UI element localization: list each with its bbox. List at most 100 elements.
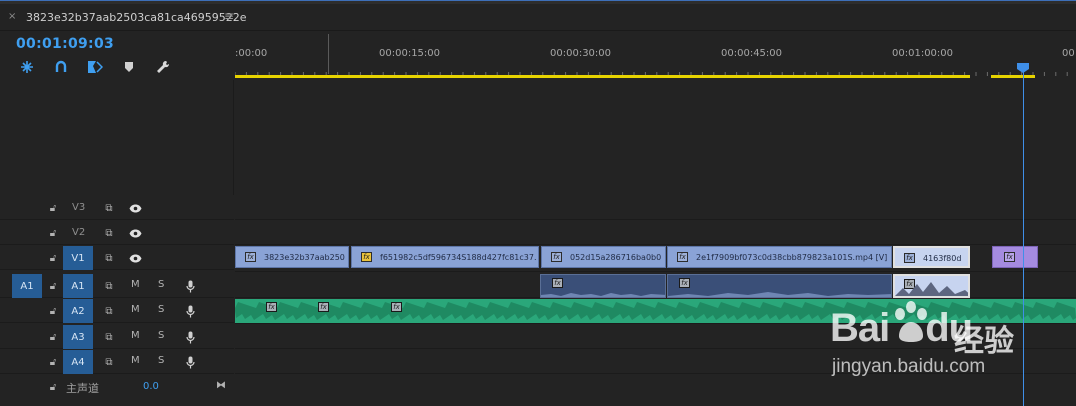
go-to-in-out-icon[interactable]: ⧓: [214, 378, 228, 392]
track-target-a4[interactable]: A4: [63, 350, 93, 374]
ruler-label: 00:00:45:00: [721, 48, 783, 59]
audio-clip-music[interactable]: fx fx fx: [235, 299, 1076, 323]
lock-icon[interactable]: 🔓︎: [46, 380, 60, 394]
mute-button[interactable]: M: [131, 279, 140, 290]
audio-clip[interactable]: fx: [667, 274, 892, 298]
clip-name: 3823e32b37aab250: [264, 253, 345, 262]
clip-name: 2e1f7909bf073c0d38cbb879823a101S.mp4 [V]: [696, 253, 888, 262]
lock-icon[interactable]: 🔓︎: [46, 355, 60, 369]
timeline-toolbar: [16, 58, 216, 78]
add-marker-icon[interactable]: [86, 58, 104, 76]
fx-badge[interactable]: fx: [391, 302, 402, 312]
audio-clip-selected[interactable]: fx: [893, 274, 970, 298]
fx-badge[interactable]: fx: [1004, 252, 1015, 262]
solo-button[interactable]: S: [158, 279, 164, 290]
sync-lock-icon[interactable]: ⧉: [102, 279, 116, 293]
fx-badge[interactable]: fx: [361, 252, 372, 262]
eye-icon[interactable]: [128, 201, 142, 215]
fx-badge[interactable]: fx: [318, 302, 329, 312]
video-clip[interactable]: fx 2e1f7909bf073c0d38cbb879823a101S.mp4 …: [667, 246, 892, 268]
sequence-tab-title[interactable]: 3823e32b37aab2503ca81ca46959522e: [26, 11, 247, 24]
microphone-icon[interactable]: [183, 330, 197, 344]
lock-icon[interactable]: 🔓︎: [46, 251, 60, 265]
track-lane-a4[interactable]: [235, 350, 1076, 374]
sequence-tab-bar: × 3823e32b37aab2503ca81ca46959522e ≡: [0, 5, 1076, 31]
fx-badge[interactable]: fx: [245, 252, 256, 262]
playhead-line[interactable]: [1023, 66, 1024, 406]
mute-button[interactable]: M: [131, 330, 140, 341]
video-clip[interactable]: fx f651982c5df596734S188d427fc81c37.: [351, 246, 539, 268]
sync-lock-icon[interactable]: ⧉: [102, 226, 116, 240]
master-track-label: 主声道: [66, 382, 99, 395]
track-header-empty: [0, 80, 234, 195]
video-clip[interactable]: fx 3823e32b37aab250: [235, 246, 349, 268]
mute-button[interactable]: M: [131, 304, 140, 315]
tab-close-icon[interactable]: ×: [8, 11, 16, 22]
track-label[interactable]: V3: [72, 202, 85, 213]
ruler-label: :00:00: [235, 48, 268, 59]
audio-waveform: [541, 293, 665, 297]
work-area-bar[interactable]: [235, 75, 970, 78]
clip-name: 052d15a286716ba0b0: [570, 253, 662, 262]
lock-icon[interactable]: 🔓︎: [46, 201, 60, 215]
track-header-a3: 🔓︎ A3 ⧉ M S: [0, 325, 234, 349]
sync-lock-icon[interactable]: ⧉: [102, 304, 116, 318]
video-clip-selected[interactable]: fx 4163f80d: [893, 246, 970, 268]
track-target-a2[interactable]: A2: [63, 299, 93, 323]
fx-badge[interactable]: fx: [266, 302, 277, 312]
track-header-a2: 🔓︎ A2 ⧉ M S: [0, 299, 234, 323]
clip-name: 4163f80d: [923, 254, 962, 263]
track-lane-v1[interactable]: fx 3823e32b37aab250 fx f651982c5df596734…: [235, 246, 1076, 272]
eye-icon[interactable]: [128, 251, 142, 265]
panel-menu-icon[interactable]: ≡: [224, 9, 234, 23]
sync-lock-icon[interactable]: ⧉: [102, 201, 116, 215]
ruler-label: 00:01:00:00: [892, 48, 954, 59]
video-clip[interactable]: fx: [992, 246, 1038, 268]
mute-button[interactable]: M: [131, 355, 140, 366]
snap-icon[interactable]: [18, 58, 36, 76]
ruler-guide-line: [328, 34, 329, 74]
playhead-timecode[interactable]: 00:01:09:03: [16, 36, 114, 52]
track-header-a4: 🔓︎ A4 ⧉ M S: [0, 350, 234, 374]
track-lane-a2[interactable]: fx fx fx: [235, 299, 1076, 324]
linked-selection-icon[interactable]: [52, 58, 70, 76]
source-patch-a1[interactable]: A1: [12, 274, 42, 298]
fx-badge[interactable]: fx: [677, 252, 688, 262]
fx-badge[interactable]: fx: [551, 252, 562, 262]
sync-lock-icon[interactable]: ⧉: [102, 330, 116, 344]
microphone-icon[interactable]: [183, 355, 197, 369]
lock-icon[interactable]: 🔓︎: [46, 330, 60, 344]
time-ruler[interactable]: :00:00 00:00:15:00 00:00:30:00 00:00:45:…: [235, 32, 1076, 80]
track-label[interactable]: V2: [72, 227, 85, 238]
track-target-v1[interactable]: V1: [63, 246, 93, 270]
fx-badge[interactable]: fx: [904, 253, 915, 263]
track-header-v2: 🔓︎ V2 ⧉: [0, 221, 234, 245]
microphone-icon[interactable]: [183, 279, 197, 293]
solo-button[interactable]: S: [158, 355, 164, 366]
top-accent-line: [0, 0, 1076, 4]
track-target-a3[interactable]: A3: [63, 325, 93, 349]
track-lane-a3[interactable]: [235, 325, 1076, 349]
master-volume-value[interactable]: 0.0: [143, 381, 159, 392]
solo-button[interactable]: S: [158, 304, 164, 315]
video-clip[interactable]: fx 052d15a286716ba0b0: [541, 246, 666, 268]
wrench-icon[interactable]: [154, 58, 172, 76]
eye-icon[interactable]: [128, 226, 142, 240]
sync-lock-icon[interactable]: ⧉: [102, 355, 116, 369]
audio-clip[interactable]: fx: [540, 274, 666, 298]
track-target-a1[interactable]: A1: [63, 274, 93, 298]
lock-icon[interactable]: 🔓︎: [46, 226, 60, 240]
solo-button[interactable]: S: [158, 330, 164, 341]
track-header-v1: 🔓︎ V1 ⧉: [0, 246, 234, 270]
marker-icon[interactable]: [120, 58, 138, 76]
track-lane-v3[interactable]: [235, 196, 1076, 220]
ruler-label: 00: [1062, 48, 1075, 59]
track-lane-v2[interactable]: [235, 221, 1076, 245]
lock-icon[interactable]: 🔓︎: [46, 279, 60, 293]
ruler-label: 00:00:30:00: [550, 48, 612, 59]
lock-icon[interactable]: 🔓︎: [46, 304, 60, 318]
sync-lock-icon[interactable]: ⧉: [102, 251, 116, 265]
track-lane-a1[interactable]: fx fx fx: [235, 274, 1076, 298]
microphone-icon[interactable]: [183, 304, 197, 318]
work-area-bar-end[interactable]: [991, 75, 1035, 78]
